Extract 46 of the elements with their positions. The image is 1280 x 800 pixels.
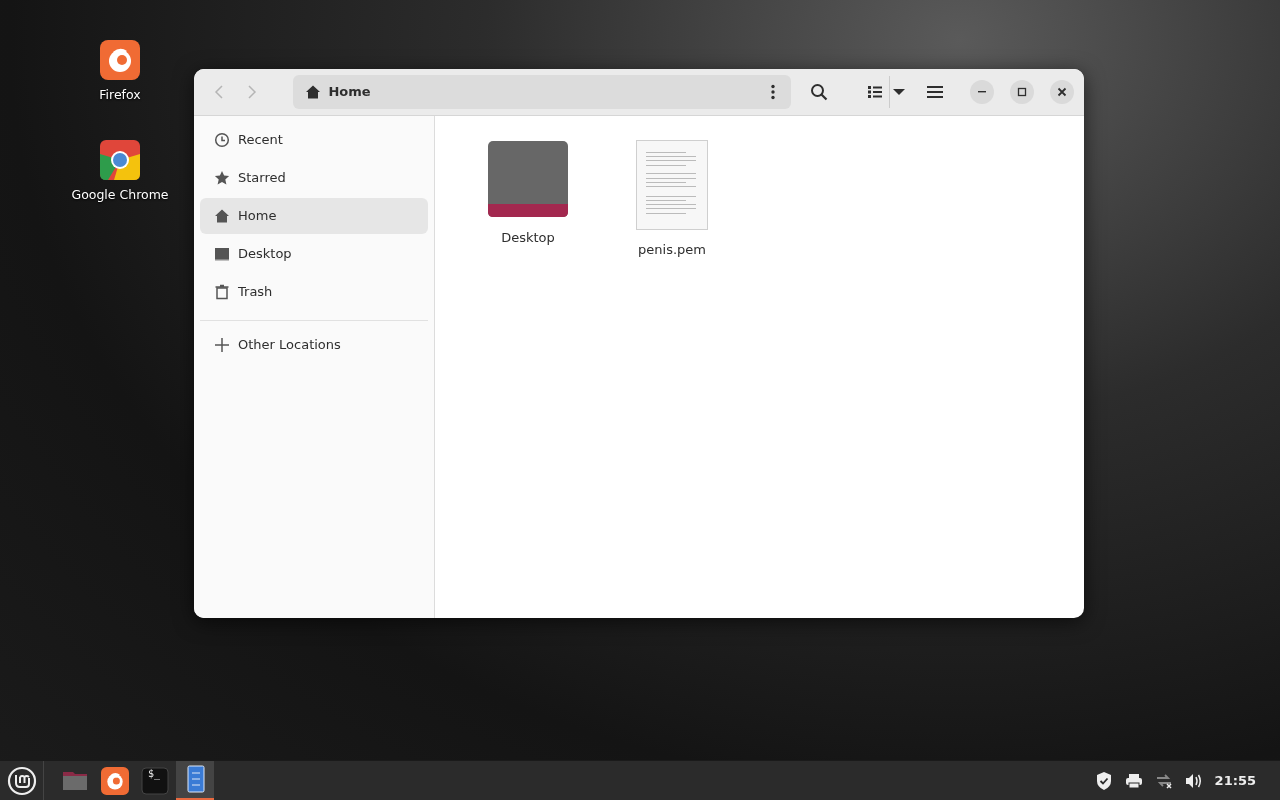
mint-logo-icon[interactable] <box>6 765 37 796</box>
sidebar-item[interactable]: Trash <box>200 274 428 310</box>
sidebar-item[interactable]: Starred <box>200 160 428 196</box>
sidebar-item[interactable]: Other Locations <box>200 327 428 363</box>
sidebar-item[interactable]: Desktop <box>200 236 428 272</box>
kebab-menu-icon <box>771 84 776 100</box>
terminal-icon <box>140 765 170 796</box>
maximize-icon <box>1017 87 1028 97</box>
path-button[interactable]: Home <box>305 82 371 102</box>
close-button[interactable] <box>1050 80 1075 104</box>
firefox-icon <box>101 766 129 795</box>
volume-icon[interactable] <box>1184 772 1203 789</box>
plus-icon <box>214 337 230 353</box>
folder-icon <box>487 140 569 218</box>
chrome-icon[interactable] <box>100 140 140 180</box>
document-icon <box>636 140 708 230</box>
desktop-icon-label[interactable]: Firefox <box>99 86 141 105</box>
terminal-prompt-text: $_ <box>148 768 161 779</box>
desktop-icon-label[interactable]: Google Chrome <box>71 186 169 205</box>
sidebar-item[interactable]: Recent <box>200 122 428 158</box>
minimize-icon <box>978 91 987 93</box>
chevron-left-icon <box>213 84 226 100</box>
chevron-right-icon <box>246 84 259 100</box>
file-name[interactable]: penis.pem <box>638 240 706 260</box>
taskbar-app-button[interactable] <box>176 760 214 800</box>
shield-icon[interactable] <box>1094 770 1113 791</box>
trash-icon <box>214 284 230 300</box>
home-icon <box>305 84 322 100</box>
clock-icon <box>214 132 230 148</box>
network-disconnected-icon[interactable] <box>1154 772 1173 789</box>
menu-icon <box>926 85 943 99</box>
search-icon <box>809 83 828 101</box>
printer-icon[interactable] <box>1124 772 1143 789</box>
view-options-button[interactable] <box>888 76 908 108</box>
star-icon <box>214 170 230 186</box>
clock[interactable]: 21:55 <box>1214 770 1256 791</box>
maximize-button[interactable] <box>1010 80 1035 104</box>
caret-icon <box>892 88 905 96</box>
close-icon <box>1057 87 1068 97</box>
sidebar-item[interactable]: Home <box>200 198 428 234</box>
monitor-icon <box>214 246 230 262</box>
taskbar-app-button[interactable]: $_ <box>136 760 174 800</box>
firefox-icon[interactable] <box>100 40 140 80</box>
home-icon <box>214 208 230 224</box>
list-icon <box>867 84 884 100</box>
file-name[interactable]: Desktop <box>501 228 555 248</box>
